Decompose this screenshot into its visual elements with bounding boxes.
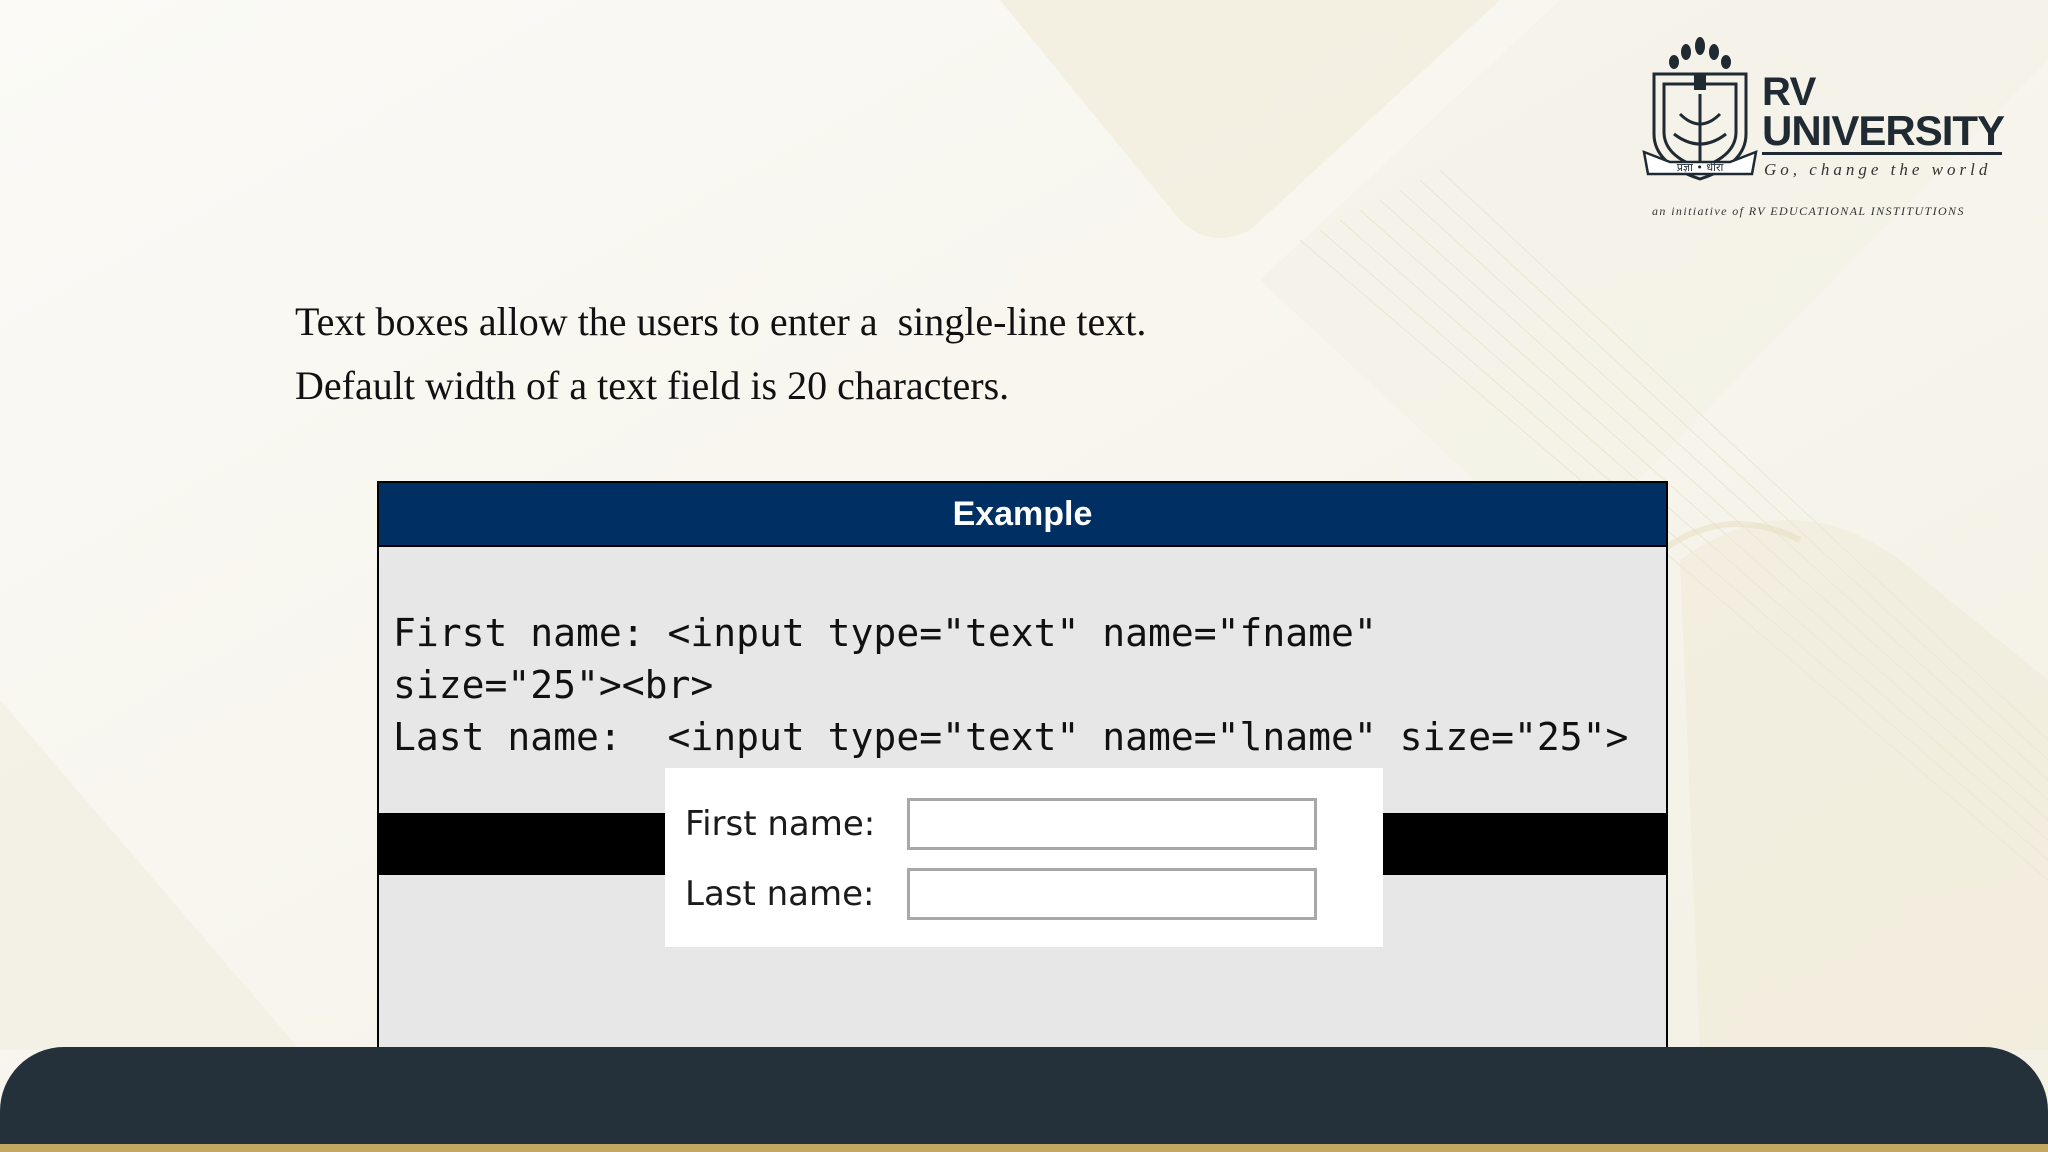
university-logo: प्रज्ञा • धीरा RV UNIVERSITY Go, change … <box>1640 34 2010 224</box>
svg-text:प्रज्ञा • धीरा: प्रज्ञा • धीरा <box>1677 161 1724 174</box>
rendered-form-preview: First name: Last name: <box>665 768 1383 947</box>
last-name-label: Last name: <box>685 874 875 914</box>
footer-bar <box>0 1047 2048 1152</box>
logo-initiative: an initiative of RV EDUCATIONAL INSTITUT… <box>1652 204 1965 218</box>
footer-accent-line <box>0 1144 2048 1152</box>
logo-university-text: UNIVERSITY <box>1762 107 2005 154</box>
intro-line-1: Text boxes allow the users to enter a si… <box>295 299 1147 344</box>
logo-rv-text: RV <box>1762 70 1816 114</box>
first-name-row: First name: <box>685 798 1317 850</box>
intro-line-2: Default width of a text field is 20 char… <box>295 363 1010 408</box>
code-line-1: First name: <input type="text" name="fna… <box>393 611 1377 655</box>
code-line-2: size="25"><br> <box>393 663 714 707</box>
intro-text: Text boxes allow the users to enter a si… <box>295 290 1146 418</box>
example-code: First name: <input type="text" name="fna… <box>393 607 1628 763</box>
first-name-label: First name: <box>685 804 876 844</box>
last-name-input[interactable] <box>907 868 1317 920</box>
logo-divider <box>1762 152 2002 155</box>
example-header: Example <box>379 483 1666 547</box>
first-name-input[interactable] <box>907 798 1317 850</box>
crest-icon: प्रज्ञा • धीरा <box>1642 37 1758 181</box>
logo-tagline: Go, change the world <box>1764 160 1992 179</box>
code-line-3: Last name: <input type="text" name="lnam… <box>393 715 1629 759</box>
last-name-row: Last name: <box>685 868 1317 920</box>
